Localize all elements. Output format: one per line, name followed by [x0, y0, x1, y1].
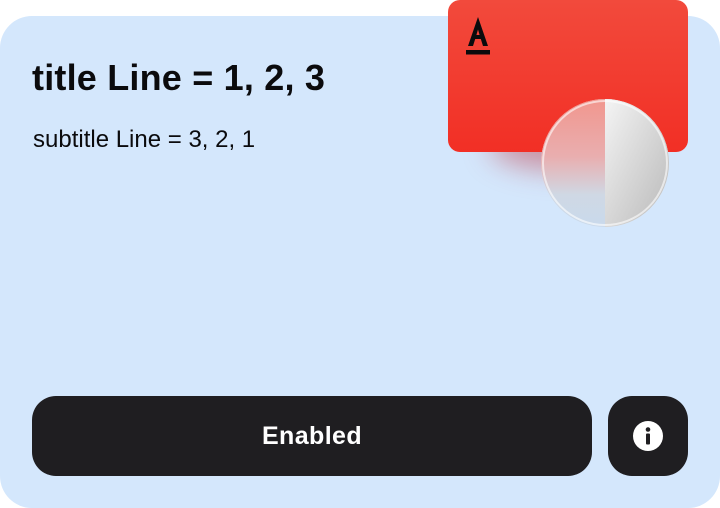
- info-icon: [633, 421, 663, 451]
- coin: [541, 99, 669, 227]
- card-subtitle: subtitle Line = 3, 2, 1: [33, 126, 256, 153]
- card-title: title Line = 1, 2, 3: [32, 57, 326, 98]
- alfa-logo-icon: [466, 17, 490, 55]
- enabled-button[interactable]: Enabled: [32, 396, 592, 476]
- page: title Line = 1, 2, 3 subtitle Line = 3, …: [0, 0, 720, 508]
- info-button[interactable]: [608, 396, 688, 476]
- bank-card-illustration: [430, 0, 720, 240]
